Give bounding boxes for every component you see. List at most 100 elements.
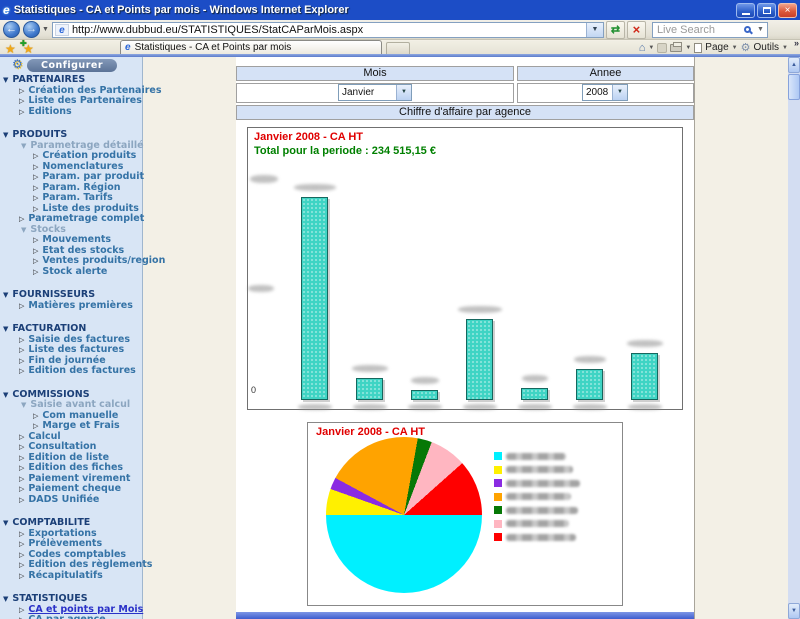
print-icon[interactable] bbox=[670, 44, 682, 52]
sidebar-item[interactable]: ▷Param. par produit bbox=[0, 172, 142, 183]
minimize-button[interactable] bbox=[736, 3, 755, 18]
sidebar-item[interactable]: ▷Paiement cheque bbox=[0, 484, 142, 495]
sidebar-item-label: CA par agence bbox=[28, 615, 105, 619]
bar-value-label-redacted bbox=[294, 184, 336, 191]
expand-icon: ▷ bbox=[19, 571, 24, 582]
search-dropdown-icon[interactable]: ▼ bbox=[757, 26, 764, 33]
mois-select-arrow-icon[interactable]: ▼ bbox=[396, 85, 411, 100]
sidebar-item[interactable]: ▼COMPTABILITE bbox=[0, 518, 142, 529]
scroll-down-icon[interactable]: ▼ bbox=[788, 603, 800, 619]
expand-icon: ▷ bbox=[19, 214, 24, 225]
sidebar-item[interactable]: ▷Edition des factures bbox=[0, 366, 142, 377]
sidebar-item[interactable]: ▷Marge et Frais bbox=[0, 421, 142, 432]
sidebar-item[interactable]: ▼FOURNISSEURS bbox=[0, 290, 142, 301]
sidebar-item-label: DADS Unifiée bbox=[28, 495, 99, 506]
legend-color-swatch bbox=[494, 520, 502, 528]
legend-label-redacted bbox=[506, 507, 578, 514]
sidebar-item[interactable]: ▷DADS Unifiée bbox=[0, 495, 142, 506]
close-button[interactable]: × bbox=[778, 3, 797, 18]
sidebar-item[interactable]: ▷Création produits bbox=[0, 151, 142, 162]
tools-menu-button[interactable]: Outils bbox=[753, 42, 779, 53]
tools-dropdown-icon[interactable]: ▼ bbox=[782, 45, 788, 51]
bar-value-label-redacted bbox=[627, 340, 663, 347]
sidebar-item[interactable]: ▷Ventes produits/region bbox=[0, 256, 142, 267]
search-placeholder[interactable]: Live Search bbox=[653, 24, 744, 36]
sidebar-item[interactable]: ▷Stock alerte bbox=[0, 267, 142, 278]
sidebar-item-label: Paiement cheque bbox=[28, 484, 121, 495]
y-axis-label-redacted bbox=[248, 285, 274, 292]
legend-label-redacted bbox=[506, 480, 580, 487]
bar bbox=[521, 388, 548, 400]
configure-button[interactable]: ⚙ Configurer bbox=[27, 59, 117, 72]
page-dropdown-icon[interactable]: ▼ bbox=[732, 45, 738, 51]
legend-color-swatch bbox=[494, 479, 502, 487]
legend-item bbox=[494, 452, 566, 460]
address-dropdown-icon[interactable]: ▼ bbox=[586, 23, 603, 37]
expand-icon: ▷ bbox=[33, 162, 38, 173]
expand-icon: ▷ bbox=[19, 442, 24, 453]
toolbar-overflow-chevron[interactable]: » bbox=[794, 38, 799, 48]
bar-value-label-redacted bbox=[522, 375, 548, 382]
mois-select[interactable]: Janvier ▼ bbox=[338, 84, 412, 101]
search-icon[interactable] bbox=[744, 26, 751, 33]
sidebar-item-label: Param. par produit bbox=[42, 172, 144, 183]
sidebar-item[interactable]: ▼FACTURATION bbox=[0, 324, 142, 335]
page-menu-button[interactable]: Page bbox=[705, 42, 728, 53]
annee-select-arrow-icon[interactable]: ▼ bbox=[612, 85, 627, 100]
sidebar-item[interactable]: ▷Prélèvements bbox=[0, 539, 142, 550]
search-box[interactable]: Live Search ▼ bbox=[652, 22, 768, 38]
legend-item bbox=[494, 479, 580, 487]
home-dropdown-icon[interactable]: ▼ bbox=[648, 45, 654, 51]
home-icon[interactable]: ⌂ bbox=[639, 42, 646, 54]
sidebar-item[interactable]: ▷Edition des fiches bbox=[0, 463, 142, 474]
feeds-icon[interactable] bbox=[657, 43, 667, 53]
sidebar-item-label: Edition des factures bbox=[28, 366, 135, 377]
stop-button[interactable]: × bbox=[627, 21, 646, 39]
ie-logo-icon: e bbox=[3, 3, 10, 17]
bar-value-label-redacted bbox=[574, 356, 606, 363]
sidebar-item[interactable]: ▼Saisie avant calcul bbox=[0, 400, 142, 411]
refresh-button[interactable]: ⇄ bbox=[606, 21, 625, 39]
legend-label-redacted bbox=[506, 534, 576, 541]
sidebar-item-label: COMPTABILITE bbox=[12, 518, 90, 529]
address-bar[interactable]: e http://www.dubbud.eu/STATISTIQUES/Stat… bbox=[52, 22, 604, 38]
bar bbox=[356, 378, 383, 400]
sidebar-item[interactable]: ▷Liste des Partenaires bbox=[0, 96, 142, 107]
sidebar-item[interactable]: ▷Param. Tarifs bbox=[0, 193, 142, 204]
window-titlebar: e Statistiques - CA et Points par mois -… bbox=[0, 0, 800, 20]
sidebar-item[interactable]: ▷CA par agence bbox=[0, 615, 142, 619]
scroll-up-icon[interactable]: ▲ bbox=[788, 57, 800, 73]
sidebar-item-label: Liste des Partenaires bbox=[28, 96, 141, 107]
bar-category-label-redacted bbox=[518, 404, 552, 410]
page-menu-icon bbox=[694, 43, 702, 53]
sidebar-item[interactable]: ▷Liste des factures bbox=[0, 345, 142, 356]
maximize-button[interactable] bbox=[757, 3, 776, 18]
new-tab-button[interactable] bbox=[386, 42, 410, 54]
legend-label-redacted bbox=[506, 493, 571, 500]
expand-icon: ▷ bbox=[19, 560, 24, 571]
sidebar-item[interactable]: ▷Edition des règlements bbox=[0, 560, 142, 571]
sidebar-item[interactable]: ▷Matières premières bbox=[0, 301, 142, 312]
forward-button[interactable]: → bbox=[23, 21, 40, 38]
sidebar-item[interactable]: ▷Consultation bbox=[0, 442, 142, 453]
scrollbar-thumb[interactable] bbox=[788, 74, 800, 100]
bar-category-label-redacted bbox=[408, 404, 442, 410]
sidebar-item[interactable]: ▼STATISTIQUES bbox=[0, 594, 142, 605]
collapse-icon: ▼ bbox=[21, 225, 26, 236]
history-dropdown-icon[interactable]: ▼ bbox=[42, 26, 49, 33]
sidebar-item[interactable]: ▼PARTENAIRES bbox=[0, 75, 142, 86]
annee-select[interactable]: 2008 ▼ bbox=[582, 84, 628, 101]
legend-color-swatch bbox=[494, 452, 502, 460]
sidebar-item[interactable]: ▷Parametrage complet bbox=[0, 214, 142, 225]
url-text[interactable]: http://www.dubbud.eu/STATISTIQUES/StatCA… bbox=[72, 24, 586, 36]
sidebar-item[interactable]: ▷Récapitulatifs bbox=[0, 571, 142, 582]
browser-tab[interactable]: e Statistiques - CA et Points par mois bbox=[120, 40, 382, 54]
bar-category-label-redacted bbox=[353, 404, 387, 410]
print-dropdown-icon[interactable]: ▼ bbox=[685, 45, 691, 51]
back-button[interactable]: ← bbox=[3, 21, 20, 38]
sidebar-item[interactable]: ▷Mouvements bbox=[0, 235, 142, 246]
sidebar-item[interactable]: ▷Editions bbox=[0, 107, 142, 118]
pie-chart bbox=[326, 437, 482, 593]
vertical-scrollbar[interactable]: ▲ ▼ bbox=[788, 57, 800, 619]
sidebar-item[interactable]: ▼PRODUITS bbox=[0, 130, 142, 141]
